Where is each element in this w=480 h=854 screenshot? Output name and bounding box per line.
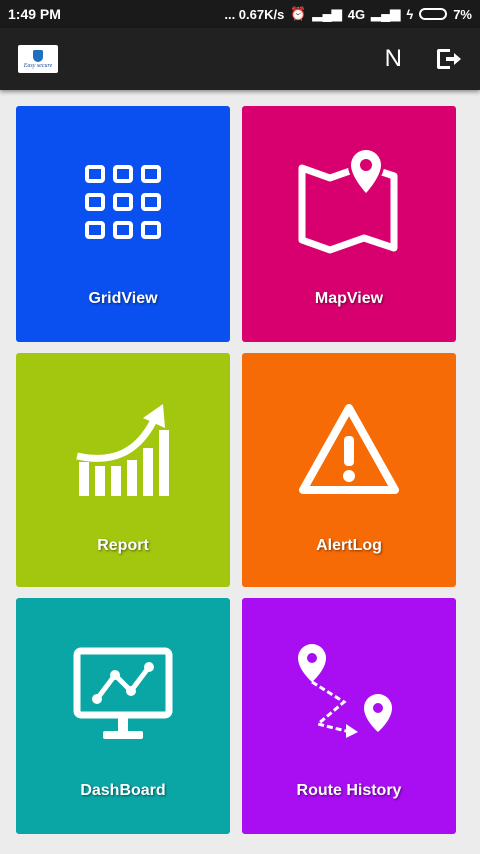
- tile-label: Route History: [296, 782, 402, 799]
- battery-icon: [419, 8, 448, 20]
- charging-icon: ϟ: [406, 6, 414, 22]
- user-initial[interactable]: N: [385, 45, 402, 73]
- alarm-icon: ⏰: [290, 6, 307, 21]
- app-logo: Easy secure: [18, 45, 58, 73]
- warning-icon: [294, 395, 404, 505]
- network-speed: ... 0.67K/s: [224, 6, 285, 22]
- tile-mapview[interactable]: MapView: [242, 106, 456, 342]
- growth-chart-icon: [68, 395, 178, 505]
- status-bar: 1:49 PM ... 0.67K/s ⏰ ▂▄▆ 4G ▂▄▆ ϟ 7%: [0, 0, 480, 28]
- route-icon: [294, 640, 404, 750]
- tile-report[interactable]: Report: [16, 353, 230, 587]
- app-bar: Easy secure N: [0, 28, 480, 90]
- monitor-chart-icon: [68, 640, 178, 750]
- tile-dashboard[interactable]: DashBoard: [16, 598, 230, 834]
- battery-level: 7%: [453, 6, 472, 22]
- map-pin-icon: [294, 148, 404, 258]
- shield-icon: [33, 49, 43, 62]
- network-type: 4G: [347, 6, 366, 22]
- tile-label: DashBoard: [80, 782, 166, 799]
- tile-label: AlertLog: [316, 537, 382, 554]
- grid-icon: [68, 148, 178, 258]
- signal-icon: ▂▄▆: [312, 6, 342, 21]
- dashboard-grid: GridView MapView Report AlertLog DashBoa…: [16, 106, 456, 834]
- logo-text: Easy secure: [23, 62, 53, 69]
- status-time: 1:49 PM: [8, 6, 61, 22]
- logout-icon[interactable]: [434, 45, 462, 73]
- tile-gridview[interactable]: GridView: [16, 106, 230, 342]
- tile-label: Report: [97, 537, 149, 554]
- signal-icon-2: ▂▄▆: [371, 6, 401, 21]
- tile-route-history[interactable]: Route History: [242, 598, 456, 834]
- tile-alertlog[interactable]: AlertLog: [242, 353, 456, 587]
- tile-label: MapView: [314, 290, 384, 307]
- tile-label: GridView: [88, 290, 158, 307]
